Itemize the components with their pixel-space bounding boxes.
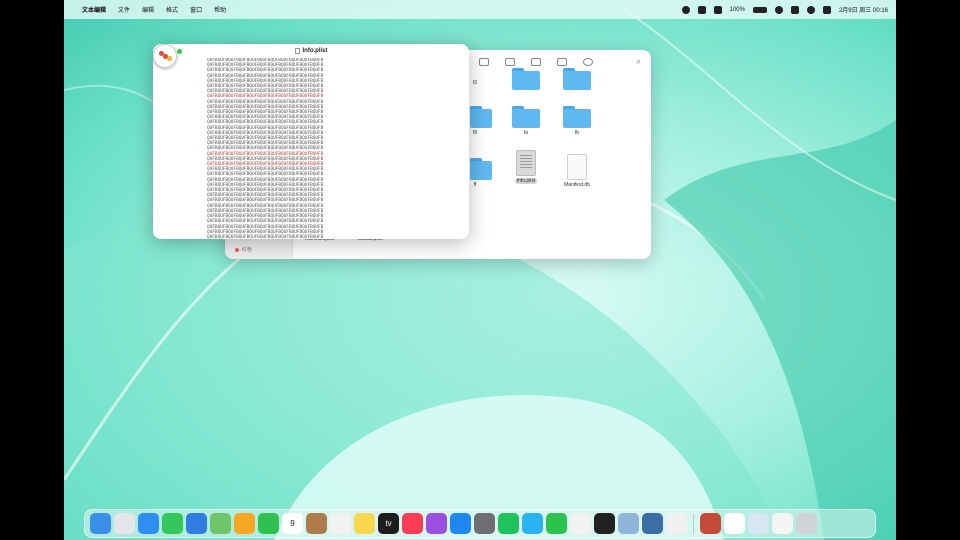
facetime-icon[interactable] bbox=[258, 513, 279, 534]
photos-icon[interactable] bbox=[234, 513, 255, 534]
menu-app-name[interactable]: 文本编辑 bbox=[82, 5, 106, 14]
safari-icon[interactable] bbox=[138, 513, 159, 534]
share-icon[interactable] bbox=[531, 58, 541, 66]
file-item-label: Manifest.db bbox=[564, 182, 590, 188]
minimize-button-icon[interactable] bbox=[167, 56, 172, 61]
wechat-status-icon[interactable] bbox=[697, 5, 706, 14]
notes-icon[interactable] bbox=[354, 513, 375, 534]
red-tag-icon bbox=[235, 247, 239, 252]
spotlight-search-icon[interactable] bbox=[806, 5, 815, 14]
group-icon[interactable] bbox=[505, 58, 515, 66]
menu-format[interactable]: 格式 bbox=[166, 5, 178, 14]
window-controls-magnified[interactable] bbox=[153, 44, 177, 68]
folder-icon bbox=[512, 106, 540, 128]
folder-icon bbox=[563, 106, 591, 128]
photo-booth-icon[interactable] bbox=[700, 513, 721, 534]
battery-icon[interactable] bbox=[752, 6, 767, 13]
status-area: 100% 2月9日 周三 00:16 bbox=[681, 5, 888, 14]
menu-window[interactable]: 窗口 bbox=[190, 5, 202, 14]
video-player-icon[interactable] bbox=[522, 513, 543, 534]
podcasts-icon[interactable] bbox=[426, 513, 447, 534]
quicktime-icon[interactable] bbox=[642, 513, 663, 534]
view-mode-icon[interactable] bbox=[479, 58, 489, 66]
contacts-icon[interactable] bbox=[306, 513, 327, 534]
dock: 9 tv bbox=[84, 509, 876, 538]
file-item-folder[interactable]: fa bbox=[506, 106, 546, 136]
preview-icon[interactable] bbox=[618, 513, 639, 534]
launchpad-icon[interactable] bbox=[114, 513, 135, 534]
menu-edit[interactable]: 编辑 bbox=[142, 5, 154, 14]
menu-file[interactable]: 文件 bbox=[118, 5, 130, 14]
status-app-icon[interactable] bbox=[681, 5, 690, 14]
text-editor-window[interactable]: Info.plist QUFBQUFBQUFBQUFBQUFBQUFBQUFBQ… bbox=[153, 44, 469, 239]
sidebar-tag-red[interactable]: 红色 bbox=[235, 246, 252, 253]
user-icon[interactable] bbox=[790, 5, 799, 14]
file-item-document[interactable]: Manifest.db bbox=[557, 154, 597, 188]
folder-icon bbox=[512, 68, 540, 90]
calendar-icon[interactable]: 9 bbox=[282, 513, 303, 534]
finder-icon[interactable] bbox=[90, 513, 111, 534]
window-titlebar[interactable]: Info.plist bbox=[153, 44, 469, 58]
document-stack-icon[interactable] bbox=[772, 513, 793, 534]
trash-icon[interactable] bbox=[796, 513, 817, 534]
textedit-icon[interactable] bbox=[666, 513, 687, 534]
document-icon bbox=[294, 48, 300, 54]
folder-icon bbox=[563, 68, 591, 90]
zoom-button-icon[interactable] bbox=[177, 49, 182, 54]
maps-icon[interactable] bbox=[210, 513, 231, 534]
wechat-icon[interactable] bbox=[546, 513, 567, 534]
search-icon[interactable]: ⌕ bbox=[637, 57, 641, 67]
folder-stack-icon[interactable] bbox=[748, 513, 769, 534]
wifi-icon[interactable] bbox=[774, 5, 783, 14]
document-icon bbox=[567, 154, 587, 180]
file-item-folder[interactable]: fb bbox=[557, 106, 597, 136]
file-item-label: Info.plist bbox=[514, 178, 538, 184]
app-store-icon[interactable] bbox=[450, 513, 471, 534]
file-item-folder[interactable]: f4 bbox=[506, 68, 546, 90]
system-preferences-icon[interactable] bbox=[474, 513, 495, 534]
terminal-icon[interactable] bbox=[594, 513, 615, 534]
reminders-icon[interactable] bbox=[330, 513, 351, 534]
document-thumbnail-icon[interactable] bbox=[724, 513, 745, 534]
file-item-selected[interactable]: Info.plist bbox=[506, 150, 546, 184]
bluetooth-icon[interactable] bbox=[713, 5, 722, 14]
music-icon[interactable] bbox=[402, 513, 423, 534]
file-item-label: fa bbox=[523, 130, 529, 136]
text-line: QUFBQUFBQUFBQUFBQUFBQUFBQUFBQUFBQUFBQUFB… bbox=[207, 234, 324, 239]
plist-document-icon bbox=[516, 150, 536, 176]
sidebar-tag-label: 红色 bbox=[242, 247, 253, 253]
tag-icon[interactable] bbox=[557, 58, 567, 66]
file-item-folder[interactable]: f5 bbox=[557, 68, 597, 90]
menu-help[interactable]: 帮助 bbox=[214, 5, 226, 14]
battery-percentage: 100% bbox=[729, 6, 745, 13]
menu-bar: 文本编辑 文件 编辑 格式 窗口 帮助 100% 2月9日 周三 00:16 bbox=[64, 0, 896, 19]
qq-icon[interactable] bbox=[570, 513, 591, 534]
tv-icon[interactable]: tv bbox=[378, 513, 399, 534]
document-text-area[interactable]: QUFBQUFBQUFBQUFBQUFBQUFBQUFBQUFBQUFBQUFB… bbox=[207, 58, 393, 239]
folder-icon bbox=[470, 106, 492, 128]
dock-separator bbox=[693, 513, 694, 534]
control-center-icon[interactable] bbox=[822, 5, 831, 14]
mail-icon[interactable] bbox=[186, 513, 207, 534]
window-title: Info.plist bbox=[294, 48, 328, 54]
iqiyi-icon[interactable] bbox=[498, 513, 519, 534]
window-title-text: Info.plist bbox=[302, 48, 328, 54]
file-item-label: fb bbox=[574, 130, 580, 136]
more-actions-icon[interactable] bbox=[583, 58, 593, 66]
messages-icon[interactable] bbox=[162, 513, 183, 534]
folder-icon bbox=[470, 158, 492, 180]
menu-clock[interactable]: 2月9日 周三 00:16 bbox=[839, 5, 888, 14]
